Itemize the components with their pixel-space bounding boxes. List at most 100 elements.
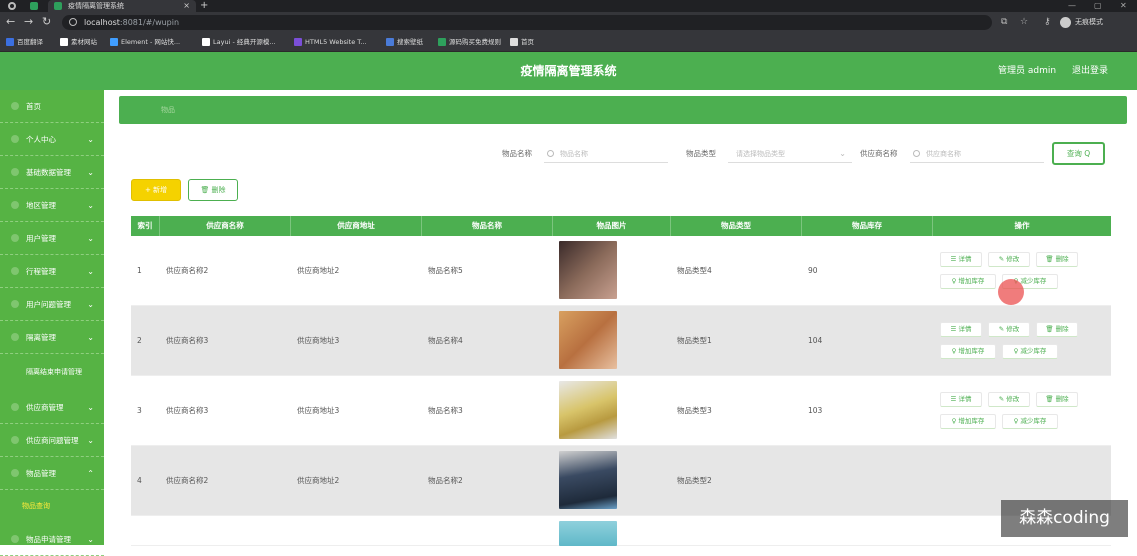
cell-goods-name: 物品名称4 — [428, 336, 463, 345]
back-icon[interactable]: ← — [6, 15, 15, 29]
sidebar-item-goods-query[interactable]: 物品查询 — [0, 490, 104, 523]
sidebar-item-label: 基础数据管理 — [26, 168, 71, 177]
maximize-icon[interactable]: ▢ — [1094, 0, 1102, 12]
browser-tab-strip: 疫情隔离管理系统 × + — ▢ ✕ — [0, 0, 1137, 12]
column-header[interactable]: 物品类型 — [671, 216, 802, 236]
menu-icon — [11, 168, 19, 176]
sidebar-item-label: 供应商问题管理 — [26, 436, 79, 445]
new-tab-button[interactable]: + — [200, 0, 208, 12]
column-header[interactable]: 物品库存 — [802, 216, 933, 236]
goods-image[interactable] — [559, 241, 617, 299]
url-input[interactable]: localhost:8081/#/wupin — [62, 15, 992, 30]
url-path: :8081/#/wupin — [119, 18, 180, 27]
sidebar-item-goods-requests[interactable]: 物品申请管理 ⌄ — [0, 523, 104, 556]
bookmark-item[interactable]: 首页 — [510, 33, 534, 52]
sidebar-item-itinerary[interactable]: 行程管理 ⌄ — [0, 255, 104, 288]
column-header[interactable]: 操作 — [933, 216, 1111, 236]
menu-icon — [11, 333, 19, 341]
sidebar-item-isolation[interactable]: 隔离管理 ⌄ — [0, 321, 104, 354]
column-header[interactable]: 物品图片 — [553, 216, 671, 236]
tab-close-icon[interactable]: × — [183, 0, 190, 12]
query-button[interactable]: 查询 Q — [1052, 142, 1105, 165]
cell-supplier: 供应商名称2 — [166, 476, 209, 485]
row-delete-button[interactable]: 🗑 删除 — [1036, 252, 1078, 267]
detail-button[interactable]: ☰ 详情 — [940, 252, 982, 267]
delete-button[interactable]: 🗑 删除 — [188, 179, 238, 201]
column-header[interactable]: 供应商地址 — [291, 216, 422, 236]
add-stock-button[interactable]: ♀ 增加库存 — [940, 414, 996, 429]
incognito-badge[interactable]: 无痕模式 — [1060, 15, 1103, 30]
column-header[interactable]: 供应商名称 — [160, 216, 291, 236]
sidebar-item-supplier-issues[interactable]: 供应商问题管理 ⌄ — [0, 424, 104, 457]
url-host: localhost — [84, 18, 120, 27]
bookmark-item[interactable]: 源码购买免费规则 — [438, 33, 501, 52]
goods-image[interactable] — [559, 311, 617, 369]
detail-button[interactable]: ☰ 详情 — [940, 322, 982, 337]
goods-type-select[interactable]: 请选择物品类型 ⌄ — [728, 145, 852, 163]
bookmark-icon — [438, 38, 446, 46]
bookmark-star-icon[interactable]: ☆ — [1020, 16, 1028, 28]
add-stock-button[interactable]: ♀ 增加库存 — [940, 274, 996, 289]
cell-index: 1 — [137, 266, 142, 275]
goods-image[interactable] — [559, 451, 617, 509]
sidebar-item-user-issues[interactable]: 用户问题管理 ⌄ — [0, 288, 104, 321]
sidebar-item-isolation-end-requests[interactable]: 隔离结束申请管理 — [0, 356, 104, 389]
bookmarks-bar: 百度翻译 素材网站 Element - 网站快... Layui - 经典开源模… — [0, 33, 1137, 52]
sidebar-item-goods[interactable]: 物品管理 ⌃ — [0, 457, 104, 490]
minimize-icon[interactable]: — — [1068, 0, 1076, 12]
forward-icon[interactable]: → — [24, 15, 33, 29]
goods-image[interactable] — [559, 521, 617, 546]
tab-title: 疫情隔离管理系统 — [68, 2, 124, 10]
incognito-icon — [1060, 16, 1071, 28]
bookmark-item[interactable]: 搜索壁纸 — [386, 33, 423, 52]
reduce-stock-button[interactable]: ♀ 减少库存 — [1002, 344, 1058, 359]
menu-icon — [11, 436, 19, 444]
edit-button[interactable]: ✎ 修改 — [988, 392, 1030, 407]
bookmark-item[interactable]: 百度翻译 — [6, 33, 43, 52]
sidebar-item-base-data[interactable]: 基础数据管理 ⌄ — [0, 156, 104, 189]
breadcrumb-item[interactable]: 物品 — [161, 96, 175, 124]
goods-name-input[interactable]: 物品名称 — [544, 145, 668, 163]
translate-icon[interactable]: ⧉ — [1001, 16, 1007, 28]
supplier-name-input[interactable]: 供应商名称 — [910, 145, 1044, 163]
chevron-down-icon: ⌄ — [87, 300, 94, 309]
bookmark-icon — [60, 38, 68, 46]
table-header: 索引 供应商名称 供应商地址 物品名称 物品图片 物品类型 物品库存 操作 — [131, 216, 1111, 236]
edit-button[interactable]: ✎ 修改 — [988, 322, 1030, 337]
key-icon[interactable]: ⚷ — [1044, 16, 1051, 28]
incognito-label: 无痕模式 — [1075, 18, 1103, 26]
row-delete-button[interactable]: 🗑 删除 — [1036, 392, 1078, 407]
browser-app-icon[interactable] — [30, 2, 38, 10]
browser-tab[interactable]: 疫情隔离管理系统 × — [48, 0, 196, 12]
table-row: 1 供应商名称2 供应商地址2 物品名称5 物品类型4 90 ☰ 详情 ✎ 修改… — [131, 236, 1111, 306]
goods-type-placeholder: 请选择物品类型 — [736, 150, 785, 158]
column-header[interactable]: 物品名称 — [422, 216, 553, 236]
detail-button[interactable]: ☰ 详情 — [940, 392, 982, 407]
browser-menu-icon[interactable] — [8, 2, 16, 10]
sidebar-item-personal-center[interactable]: 个人中心 ⌄ — [0, 123, 104, 156]
add-button[interactable]: + 新增 — [131, 179, 181, 201]
cell-goods-type: 物品类型3 — [677, 406, 712, 415]
edit-button[interactable]: ✎ 修改 — [988, 252, 1030, 267]
add-stock-button[interactable]: ♀ 增加库存 — [940, 344, 996, 359]
cell-address: 供应商地址3 — [297, 406, 340, 415]
bookmark-item[interactable]: Layui - 经典开源模... — [202, 33, 276, 52]
logout-link[interactable]: 退出登录 — [1072, 52, 1108, 90]
menu-icon — [11, 267, 19, 275]
goods-image[interactable] — [559, 381, 617, 439]
sidebar-item-home[interactable]: 首页 — [0, 90, 104, 123]
row-delete-button[interactable]: 🗑 删除 — [1036, 322, 1078, 337]
bookmark-label: 百度翻译 — [17, 38, 43, 46]
sidebar-item-region[interactable]: 地区管理 ⌄ — [0, 189, 104, 222]
close-window-icon[interactable]: ✕ — [1120, 0, 1127, 12]
site-info-icon[interactable] — [69, 18, 77, 26]
bookmark-item[interactable]: 素材网站 — [60, 33, 97, 52]
reduce-stock-button[interactable]: ♀ 减少库存 — [1002, 414, 1058, 429]
bookmark-item[interactable]: HTML5 Website T... — [294, 33, 367, 52]
sidebar-item-suppliers[interactable]: 供应商管理 ⌄ — [0, 391, 104, 424]
sidebar-item-users[interactable]: 用户管理 ⌄ — [0, 222, 104, 255]
cell-goods-type: 物品类型4 — [677, 266, 712, 275]
reload-icon[interactable]: ↻ — [42, 15, 51, 29]
bookmark-item[interactable]: Element - 网站快... — [110, 33, 180, 52]
column-header[interactable]: 索引 — [131, 216, 160, 236]
